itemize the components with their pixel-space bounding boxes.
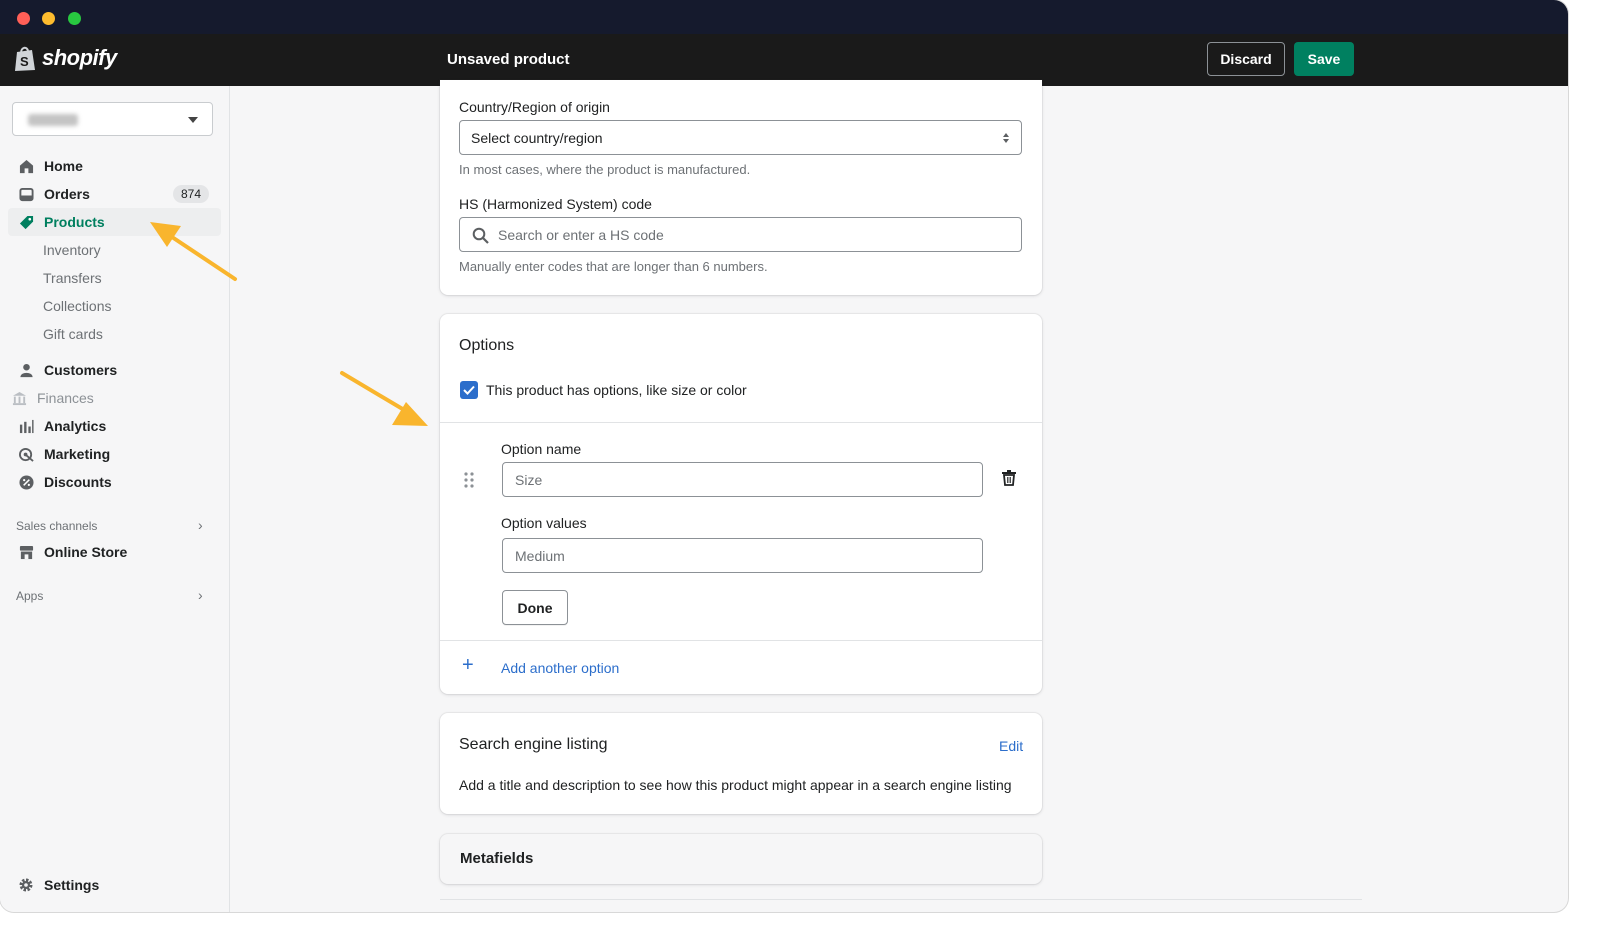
has-options-label: This product has options, like size or c… xyxy=(486,382,747,398)
seo-title: Search engine listing xyxy=(459,736,608,753)
sidebar-item-label: Online Store xyxy=(44,544,128,560)
plus-icon[interactable]: + xyxy=(462,655,474,675)
sidebar-item-finances[interactable]: Finances xyxy=(8,384,221,412)
sidebar-item-label: Settings xyxy=(44,877,100,893)
tag-icon xyxy=(18,214,34,230)
country-help-text: In most cases, where the product is manu… xyxy=(459,162,751,177)
apps-heading: Apps xyxy=(16,589,44,603)
sidebar-item-label: Home xyxy=(44,158,83,174)
hs-code-help-text: Manually enter codes that are longer tha… xyxy=(459,259,768,274)
person-icon xyxy=(18,362,34,378)
admin-topbar: S shopify Unsaved product Discard Save xyxy=(0,34,1568,86)
option-name-placeholder: Size xyxy=(515,472,543,488)
hs-code-search-input[interactable]: Search or enter a HS code xyxy=(459,217,1022,252)
trash-icon[interactable] xyxy=(1002,470,1016,486)
sidebar-item-home[interactable]: Home xyxy=(8,152,221,180)
close-window-button[interactable] xyxy=(17,12,30,25)
options-card: Options This product has options, like s… xyxy=(440,314,1042,694)
hs-code-label: HS (Harmonized System) code xyxy=(459,196,652,212)
sidebar-item-analytics[interactable]: Analytics xyxy=(8,412,221,440)
sidebar-item-label: Orders xyxy=(44,186,90,202)
sidebar-item-label: Finances xyxy=(37,390,94,406)
customs-information-card: Country/Region of origin Select country/… xyxy=(440,80,1042,295)
metafields-title: Metafields xyxy=(460,850,534,867)
minimize-window-button[interactable] xyxy=(42,12,55,25)
country-region-select[interactable]: Select country/region xyxy=(459,120,1022,155)
footer-divider xyxy=(440,899,1362,900)
select-arrows-icon xyxy=(1003,133,1009,143)
bar-chart-icon xyxy=(18,418,34,434)
option-values-label: Option values xyxy=(501,515,587,531)
seo-description: Add a title and description to see how t… xyxy=(459,777,1012,793)
options-title: Options xyxy=(459,337,515,354)
window-titlebar xyxy=(0,0,1568,34)
sidebar-subitem-gift-cards[interactable]: Gift cards xyxy=(43,326,103,342)
country-origin-label: Country/Region of origin xyxy=(459,99,610,115)
store-icon xyxy=(18,544,34,560)
sidebar: Home Orders 874 Products Inventory Trans… xyxy=(0,86,230,912)
checkmark-icon xyxy=(463,385,475,395)
option-name-label: Option name xyxy=(501,441,582,457)
app-window: S shopify Unsaved product Discard Save H… xyxy=(0,0,1568,912)
sidebar-subitem-collections[interactable]: Collections xyxy=(43,298,111,314)
discard-button[interactable]: Discard xyxy=(1207,42,1285,76)
sidebar-item-label: Customers xyxy=(44,362,118,378)
annotation-arrow-icon xyxy=(150,222,237,281)
brand-name: shopify xyxy=(42,45,117,70)
search-icon xyxy=(472,227,489,244)
sidebar-item-settings[interactable]: Settings xyxy=(8,871,221,899)
shopify-bag-icon: S xyxy=(15,46,35,71)
svg-text:S: S xyxy=(20,54,29,69)
metafields-card[interactable]: Metafields xyxy=(440,834,1042,884)
seo-edit-link[interactable]: Edit xyxy=(999,738,1023,754)
shopify-logo[interactable]: S shopify xyxy=(12,44,117,72)
sales-channels-heading: Sales channels xyxy=(16,519,98,533)
sidebar-item-label: Discounts xyxy=(44,474,112,490)
caret-down-icon xyxy=(188,117,198,123)
sidebar-item-label: Analytics xyxy=(44,418,107,434)
bank-icon xyxy=(11,390,27,406)
sidebar-item-online-store[interactable]: Online Store xyxy=(8,538,221,566)
country-select-value: Select country/region xyxy=(471,130,603,146)
search-engine-listing-card: Search engine listing Edit Add a title a… xyxy=(440,713,1042,814)
has-options-checkbox[interactable] xyxy=(460,381,478,399)
save-button[interactable]: Save xyxy=(1294,42,1354,76)
home-icon xyxy=(18,158,34,174)
sidebar-item-label: Marketing xyxy=(44,446,111,462)
sidebar-item-discounts[interactable]: Discounts xyxy=(8,468,221,496)
discount-icon xyxy=(18,474,34,490)
drag-handle-icon[interactable] xyxy=(464,472,474,488)
chevron-right-icon[interactable]: › xyxy=(198,517,203,533)
sidebar-subitem-inventory[interactable]: Inventory xyxy=(43,242,101,258)
orders-icon xyxy=(18,186,34,202)
done-button[interactable]: Done xyxy=(502,590,568,625)
divider xyxy=(440,422,1042,423)
maximize-window-button[interactable] xyxy=(68,12,81,25)
target-icon xyxy=(18,446,34,462)
store-name-blurred xyxy=(28,114,78,126)
page-title: Unsaved product xyxy=(447,51,570,68)
hs-code-placeholder: Search or enter a HS code xyxy=(498,227,664,243)
sidebar-item-label: Products xyxy=(44,214,105,230)
orders-count-badge: 874 xyxy=(172,185,209,203)
option-values-placeholder: Medium xyxy=(515,548,565,564)
gear-icon xyxy=(18,877,34,893)
annotation-arrow-icon xyxy=(340,371,428,426)
chevron-right-icon[interactable]: › xyxy=(198,587,203,603)
add-another-option-link[interactable]: Add another option xyxy=(501,660,619,676)
divider xyxy=(440,640,1042,641)
sidebar-item-orders[interactable]: Orders 874 xyxy=(8,180,221,208)
store-selector[interactable] xyxy=(12,102,213,136)
sidebar-subitem-transfers[interactable]: Transfers xyxy=(43,270,102,286)
sidebar-item-customers[interactable]: Customers xyxy=(8,356,221,384)
option-name-input[interactable]: Size xyxy=(502,462,983,497)
sidebar-item-marketing[interactable]: Marketing xyxy=(8,440,221,468)
option-values-input[interactable]: Medium xyxy=(502,538,983,573)
